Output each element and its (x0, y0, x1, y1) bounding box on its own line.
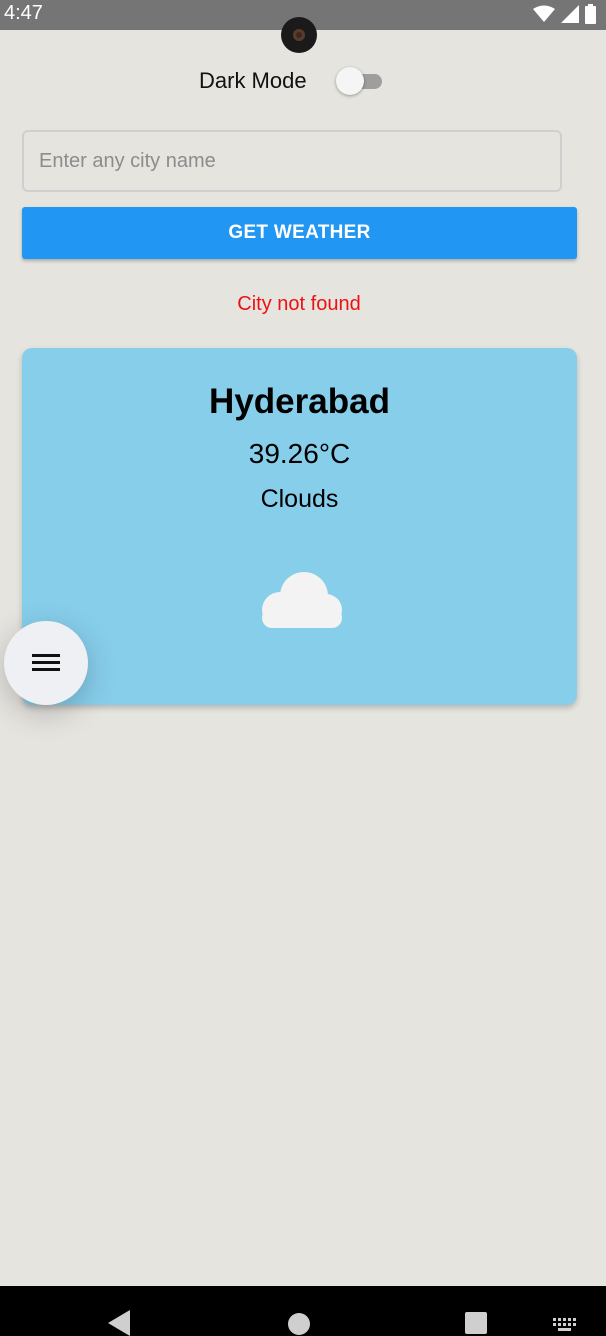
toggle-thumb (336, 67, 364, 95)
cloud-icon (262, 572, 342, 628)
weather-card: Hyderabad 39.26°C Clouds (22, 348, 577, 705)
recents-icon[interactable] (465, 1312, 487, 1334)
home-icon[interactable] (287, 1312, 311, 1336)
app-screen: 4:47 Dark Mode GET WEATHER City not foun… (0, 0, 606, 1336)
status-time: 4:47 (4, 2, 43, 24)
dark-mode-row: Dark Mode (0, 64, 606, 98)
wifi-icon (533, 5, 555, 22)
weather-condition: Clouds (260, 485, 339, 513)
keyboard-icon[interactable] (553, 1318, 577, 1334)
menu-fab[interactable] (4, 621, 88, 705)
battery-icon (585, 4, 596, 24)
get-weather-button[interactable]: GET WEATHER (22, 207, 577, 259)
dark-mode-toggle[interactable] (336, 66, 382, 96)
system-nav-bar (0, 1286, 606, 1336)
weather-city-name: Hyderabad (209, 382, 390, 421)
menu-icon (32, 654, 60, 671)
back-icon[interactable] (108, 1310, 132, 1336)
city-search-input[interactable] (22, 130, 562, 192)
error-message: City not found (237, 293, 361, 315)
front-camera (281, 17, 317, 53)
status-icons (533, 4, 596, 24)
weather-temperature: 39.26°C (248, 438, 351, 469)
dark-mode-label: Dark Mode (199, 68, 307, 93)
signal-icon (561, 5, 579, 23)
